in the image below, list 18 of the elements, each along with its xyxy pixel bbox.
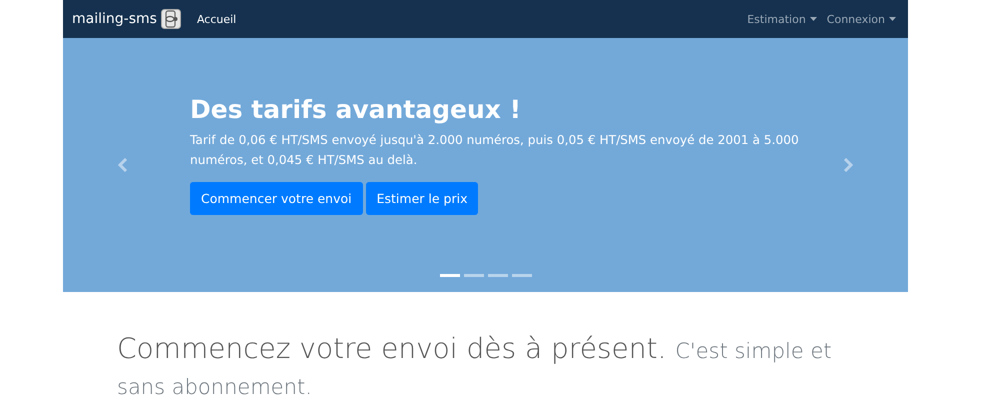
phone-icon: [160, 9, 181, 29]
previous-icon[interactable]: [118, 158, 128, 172]
nav-link[interactable]: Accueil: [196, 12, 236, 26]
carousel-indicator[interactable]: [440, 274, 460, 277]
carousel-indicator[interactable]: [488, 274, 508, 277]
primary-button[interactable]: Commencer votre envoi: [190, 182, 363, 215]
next-icon[interactable]: [843, 158, 853, 172]
brand-link[interactable]: mailing-sms: [72, 11, 157, 27]
caret-icon: [889, 17, 896, 21]
dropdown-menu[interactable]: Estimation: [747, 12, 817, 26]
dropdown-menu[interactable]: Connexion: [826, 12, 896, 26]
slide-text: Tarif de 0,06 € HT/SMS envoyé jusqu'à 2.000 numéros, puis 0,05 € HT/SMS envoyé de 2001 à 5.000 numéros, et 0,045 € HT/SMS au delà.: [190, 132, 800, 169]
carousel-indicator[interactable]: [464, 274, 484, 277]
intro-heading: Commencez votre envoi dès à présent. C'est simple et sans abonnement.: [117, 332, 833, 400]
primary-button[interactable]: Estimer le prix: [366, 182, 478, 215]
carousel-indicator[interactable]: [512, 274, 532, 277]
slide-title: Des tarifs avantageux !: [190, 95, 522, 124]
caret-icon: [810, 17, 817, 21]
